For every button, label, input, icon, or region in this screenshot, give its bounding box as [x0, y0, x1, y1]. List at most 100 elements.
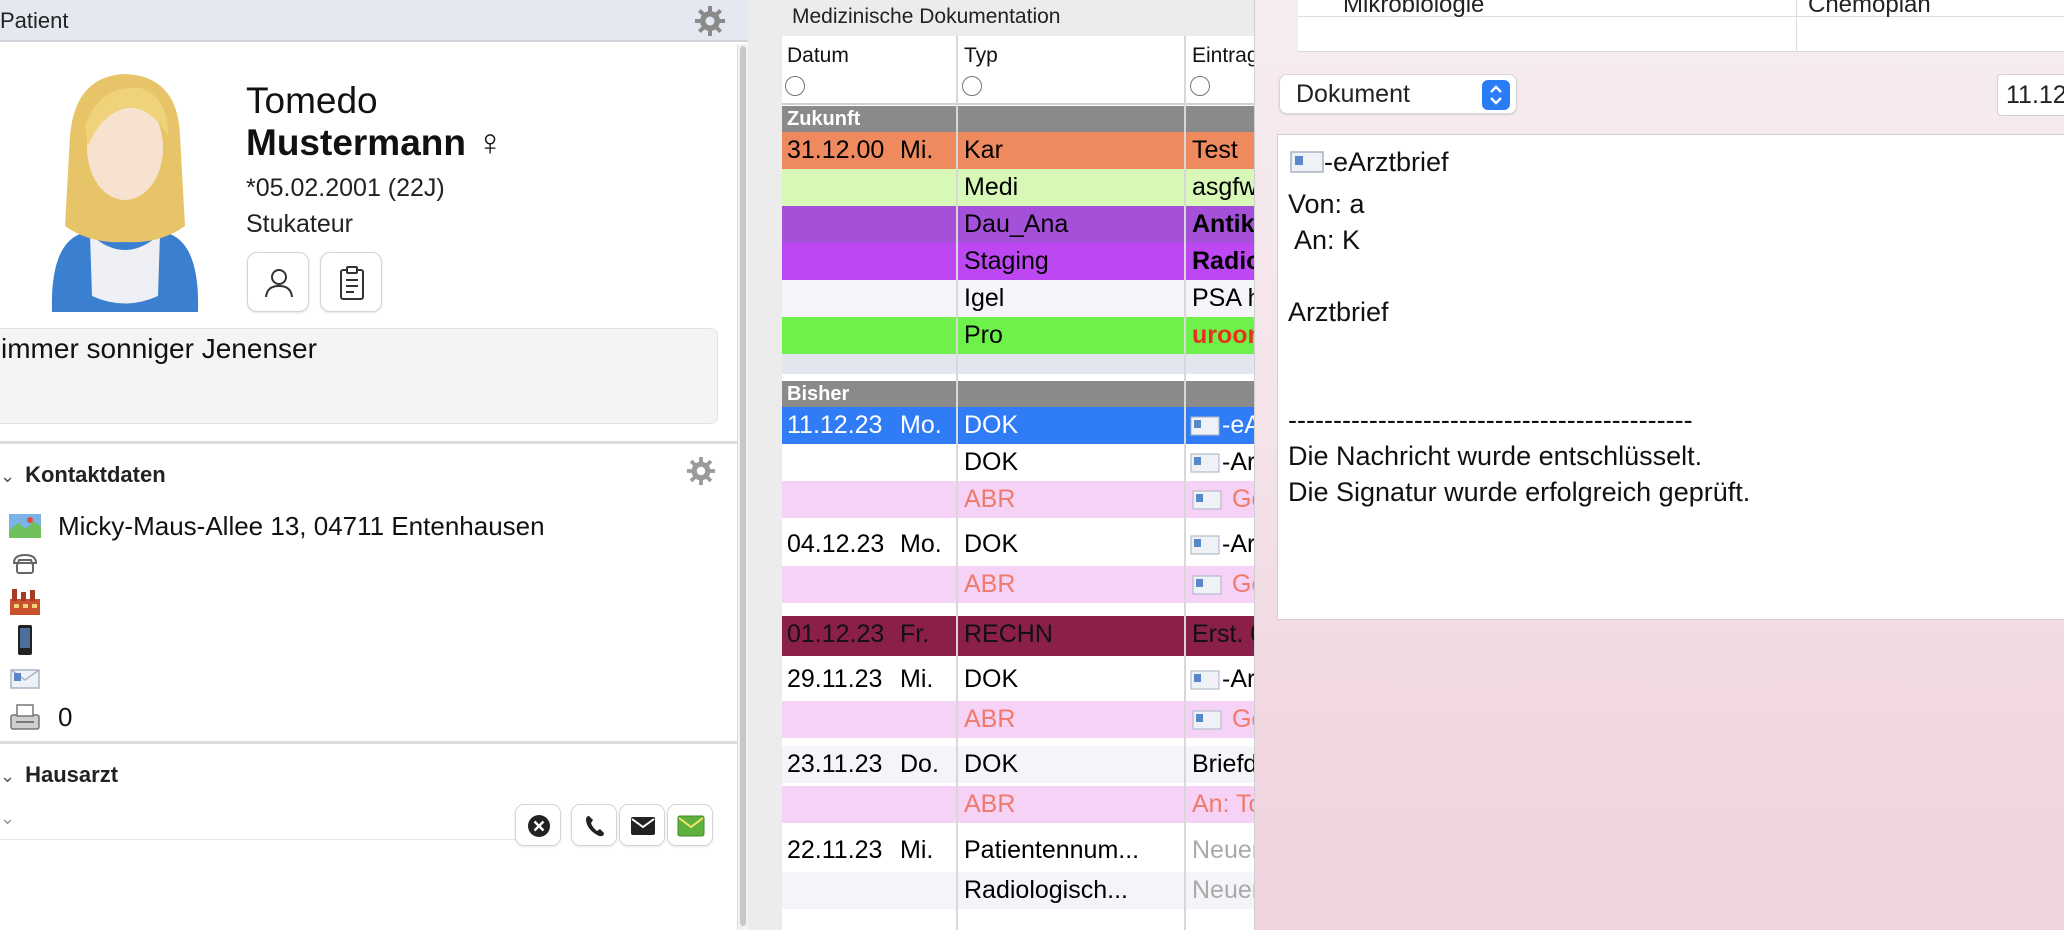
document-date-value: 11.12	[2006, 81, 2064, 109]
factory-icon	[10, 589, 40, 615]
row-entry: -Arztb	[1222, 530, 1255, 558]
row-date: 01.12.23	[787, 620, 885, 648]
row-entry: Gem	[1232, 705, 1255, 733]
patient-first-name: Tomedo	[246, 80, 378, 121]
envelope-icon	[1192, 575, 1222, 595]
patient-last-name: Mustermann ♀	[246, 122, 505, 163]
row-type: Radiologisch...	[964, 876, 1128, 904]
row-entry: PSA heu	[1192, 284, 1255, 312]
contact-section-header[interactable]: ⌄ Kontaktdaten	[0, 462, 166, 488]
row-type: DOK	[964, 411, 1019, 439]
row-day: Mo.	[900, 530, 942, 558]
envelope-icon	[1190, 453, 1220, 473]
gp-section-header[interactable]: ⌄ Hausarzt	[0, 762, 118, 788]
contact-fax: 0	[58, 702, 73, 732]
top-grid: Mikrobiologie Chemoplan	[1298, 0, 2064, 52]
chevron-down-icon[interactable]: ⌄	[0, 808, 15, 829]
row-entry: Erst. 01	[1192, 620, 1255, 648]
clipboard-button[interactable]	[320, 252, 382, 312]
patient-dob: *05.02.2001 (22J)	[246, 174, 445, 202]
row-date: 31.12.00	[787, 136, 885, 164]
row-type: Igel	[964, 284, 1005, 312]
patient-note[interactable]: immer sonniger Jenenser	[0, 328, 718, 424]
documentation-title: Medizinische Dokumentation	[792, 5, 1061, 28]
chevron-down-icon[interactable]: ⌄	[0, 766, 15, 787]
row-entry: Neuer B	[1192, 876, 1255, 904]
row-entry: -Arztb	[1222, 665, 1255, 693]
document-type-value: Dokument	[1296, 80, 1410, 108]
left-scrollbar[interactable]	[737, 44, 748, 930]
envelope-icon	[1290, 151, 1324, 173]
row-date: 04.12.23	[787, 530, 885, 558]
row-type: Pro	[964, 321, 1003, 349]
column-header-entry[interactable]: Eintrag	[1192, 44, 1255, 68]
contact-section-title: Kontaktdaten	[25, 462, 166, 487]
filter-radio-entry[interactable]	[1190, 76, 1210, 96]
kim-mail-button[interactable]	[667, 804, 713, 846]
row-type: ABR	[964, 485, 1016, 513]
gp-selector[interactable]: ⌄	[0, 800, 520, 840]
row-type: Medi	[964, 173, 1019, 201]
gp-section-title: Hausarzt	[25, 762, 119, 787]
map-icon	[9, 514, 41, 538]
row-entry: Test	[1192, 136, 1238, 164]
female-avatar-icon	[51, 74, 199, 312]
row-type: Kar	[964, 136, 1003, 164]
phone-handset-icon	[586, 816, 604, 837]
patient-note-text: immer sonniger Jenenser	[1, 333, 317, 364]
row-type: RECHN	[964, 620, 1053, 648]
select-stepper-icon	[1482, 80, 1510, 110]
row-entry: Briefdru	[1192, 750, 1255, 778]
patient-panel-title: Patient	[0, 8, 69, 33]
row-entry: -Arztb	[1222, 448, 1255, 476]
row-entry: Neuer B	[1192, 836, 1255, 864]
row-date: 11.12.23	[787, 411, 883, 439]
section-divider	[0, 441, 737, 444]
row-day: Fr.	[900, 620, 930, 648]
phone-icon	[12, 553, 38, 574]
clipboard-icon	[340, 266, 364, 300]
row-day: Mi.	[900, 665, 934, 693]
document-date-field[interactable]: 11.12	[1997, 74, 2064, 116]
person-button[interactable]	[247, 252, 309, 312]
chevron-down-icon[interactable]: ⌄	[0, 466, 15, 487]
call-button[interactable]	[571, 804, 617, 846]
row-entry: asgfwer	[1192, 173, 1255, 201]
document-separator: ----------------------------------------…	[1288, 405, 1693, 435]
document-line-decrypted: Die Nachricht wurde entschlüsselt.	[1288, 441, 1703, 471]
document-panel: Mikrobiologie Chemoplan Dokument 11.12 -…	[1254, 0, 2064, 930]
group-label-future: Zukunft	[787, 108, 861, 130]
row-day: Mo.	[900, 411, 942, 439]
gear-icon[interactable]	[694, 5, 726, 37]
contact-gear-icon[interactable]	[686, 456, 716, 486]
row-entry: Gem	[1232, 485, 1255, 513]
row-type: Staging	[964, 247, 1049, 275]
column-header-date[interactable]: Datum	[787, 44, 849, 68]
document-line-title: Arztbrief	[1288, 297, 1389, 327]
patient-avatar[interactable]	[0, 60, 236, 374]
row-date: 23.11.23	[787, 750, 883, 778]
row-type: Patientennum...	[964, 836, 1140, 864]
patient-panel: Patient Tomedo Mustermann ♀ *05.02.2001 …	[0, 0, 748, 930]
grid-cell-microbiology[interactable]: Mikrobiologie	[1343, 0, 1484, 19]
row-type: DOK	[964, 530, 1019, 558]
grid-cell-chemoplan[interactable]: Chemoplan	[1808, 0, 1931, 19]
mail-button[interactable]	[619, 804, 665, 846]
document-text-area[interactable]: -eArztbrief Von: a An: K Arztbrief -----…	[1277, 134, 2064, 620]
column-header-type[interactable]: Typ	[964, 44, 998, 68]
envelope-icon	[1190, 535, 1220, 555]
filter-radio-type[interactable]	[962, 76, 982, 96]
envelope-icon	[1190, 670, 1220, 690]
clear-button[interactable]	[515, 804, 561, 846]
row-entry: -eArz	[1222, 411, 1255, 439]
filter-radio-date[interactable]	[785, 76, 805, 96]
document-type-select[interactable]: Dokument	[1279, 74, 1517, 114]
documentation-table[interactable]: Datum Typ Eintrag Zukunft 31.12.00 Mi. K…	[782, 36, 1255, 930]
document-line-from: Von: a	[1288, 189, 1365, 219]
person-icon	[265, 269, 293, 298]
document-line-subject: -eArztbrief	[1324, 147, 1449, 177]
row-entry: An: Ton	[1192, 790, 1255, 818]
documentation-panel: Medizinische Dokumentation Datum Typ Ein…	[750, 0, 1255, 930]
contact-address: Micky-Maus-Allee 13, 04711 Entenhausen	[58, 511, 545, 541]
clear-icon	[528, 815, 550, 837]
